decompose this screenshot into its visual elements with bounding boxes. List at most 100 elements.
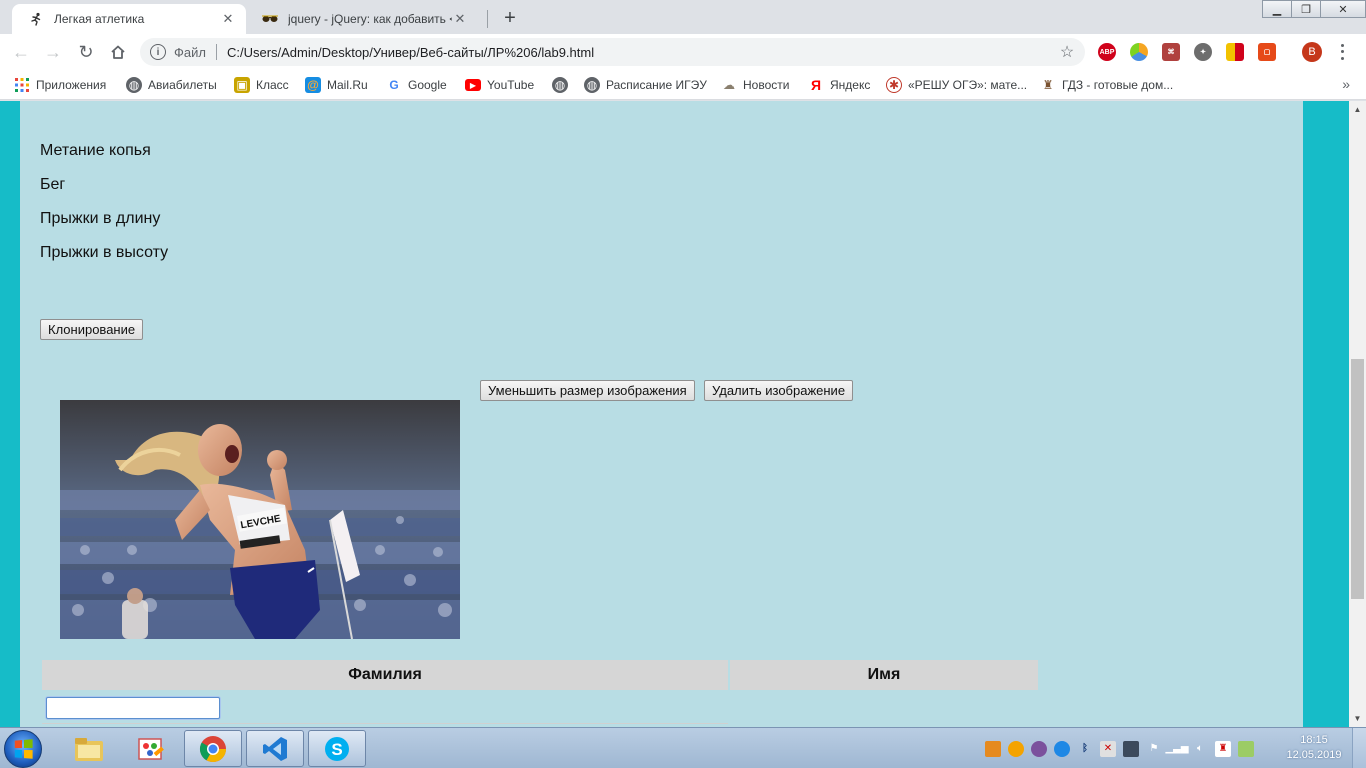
globe-icon: ◍: [584, 77, 600, 93]
scroll-up-icon[interactable]: ▲: [1349, 101, 1366, 118]
clock-date: 12.05.2019: [1286, 749, 1342, 761]
sport-item: Прыжки в высоту: [40, 244, 169, 261]
table-header-surname: Фамилия: [42, 660, 728, 690]
bookmark-globe[interactable]: ◍: [552, 76, 574, 94]
scheme-label: Файл: [174, 44, 206, 60]
bookmark-extension-icon[interactable]: [1226, 43, 1244, 61]
volume-icon[interactable]: 🔈︎: [1192, 741, 1208, 757]
bookmark-label: ГДЗ - готовые дом...: [1062, 78, 1174, 92]
more-bookmarks-icon[interactable]: »: [1342, 76, 1350, 92]
sport-item: Прыжки в длину: [40, 210, 161, 227]
bookmark-label: «РЕШУ ОГЭ»: мате...: [908, 78, 1028, 92]
bookmark-star-icon[interactable]: ☆: [1057, 42, 1077, 62]
home-icon: [111, 45, 125, 59]
taskbar-clock[interactable]: 18:15 12.05.2019: [1282, 733, 1346, 763]
bookmark-label: Приложения: [36, 78, 107, 92]
bookmarks-bar: Приложения ◍ Авиабилеты ▣ Класс @ Mail.R…: [0, 70, 1366, 100]
vertical-scrollbar[interactable]: ▲ ▼: [1349, 101, 1366, 727]
bookmark-gdz[interactable]: ♜ ГДЗ - готовые дом...: [1040, 76, 1174, 94]
bookmark-label: Google: [408, 78, 447, 92]
start-button[interactable]: [4, 730, 42, 768]
windows-logo-icon: [14, 739, 33, 759]
tab-active[interactable]: Легкая атлетика ✕: [12, 4, 246, 34]
reload-button[interactable]: ↻: [74, 40, 98, 64]
tab-inactive[interactable]: jquery - jQuery: как добавить <l ✕: [246, 4, 478, 34]
skype-icon[interactable]: S: [308, 730, 366, 767]
bluetooth-icon[interactable]: ᛒ: [1077, 741, 1093, 757]
bookmark-label: Mail.Ru: [327, 78, 368, 92]
new-tab-button[interactable]: +: [498, 6, 522, 30]
tray-app-icon[interactable]: [1054, 740, 1070, 757]
flag-icon[interactable]: ⚑: [1146, 741, 1162, 757]
close-icon[interactable]: ✕: [220, 11, 236, 27]
vscode-icon[interactable]: [246, 730, 304, 767]
google-icon: G: [389, 78, 399, 92]
system-tray: ᛒ ✕ ⚑ ▁▃▅ 🔈︎ ♜: [985, 728, 1261, 768]
bookmark-google[interactable]: G Google: [386, 76, 447, 94]
bookmark-mailru[interactable]: @ Mail.Ru: [305, 76, 368, 94]
profile-avatar[interactable]: B: [1302, 42, 1322, 62]
bookmark-raspisanie[interactable]: ◍ Расписание ИГЭУ: [584, 76, 707, 94]
bookmark-klass[interactable]: ▣ Класс: [234, 76, 289, 94]
class-icon: ▣: [234, 77, 250, 93]
info-icon[interactable]: i: [150, 44, 166, 60]
viber-icon[interactable]: [1031, 740, 1047, 757]
browser-toolbar: ← → ↻ i Файл C:/Users/Admin/Desktop/Унив…: [0, 34, 1366, 70]
page-content: Метание копья Бег Прыжки в длину Прыжки …: [20, 101, 1303, 727]
table-header-name: Имя: [730, 660, 1038, 690]
paint-icon[interactable]: [122, 730, 180, 767]
show-desktop-button[interactable]: [1352, 728, 1366, 768]
windows-taskbar: S ᛒ ✕ ⚑ ▁▃▅ 🔈︎ ♜ 18:15 12.05.2019: [0, 727, 1366, 768]
shrink-image-button[interactable]: Уменьшить размер изображения: [480, 380, 695, 401]
minimize-button[interactable]: ▁: [1262, 0, 1292, 18]
tray-app-icon[interactable]: [985, 740, 1001, 757]
address-bar[interactable]: i Файл C:/Users/Admin/Desktop/Универ/Веб…: [140, 38, 1085, 66]
pdf-icon[interactable]: ⌘: [1162, 43, 1180, 61]
bookmark-apps[interactable]: Приложения: [14, 76, 106, 94]
office-icon[interactable]: ▢: [1258, 43, 1276, 61]
tab-separator: [487, 10, 488, 28]
chrome-icon[interactable]: [184, 730, 242, 767]
bookmark-reshu-oge[interactable]: ✱ «РЕШУ ОГЭ»: мате...: [886, 76, 1027, 94]
globe-icon: ◍: [552, 77, 568, 93]
tab-title: jquery - jQuery: как добавить <l: [288, 12, 452, 26]
tray-app-icon[interactable]: ♜: [1215, 740, 1231, 757]
sport-item: Бег: [40, 176, 66, 193]
sunglasses-icon: [262, 11, 278, 27]
globe-icon: ◍: [126, 77, 142, 93]
home-button[interactable]: [106, 40, 130, 64]
clone-button[interactable]: Клонирование: [40, 319, 144, 340]
tab-strip: Легкая атлетика ✕ jquery - jQuery: как д…: [0, 0, 1366, 34]
delete-image-button[interactable]: Удалить изображение: [704, 380, 854, 401]
bookmark-novosti[interactable]: ☁ Новости: [721, 76, 789, 94]
close-icon[interactable]: ✕: [452, 11, 468, 27]
adblock-icon[interactable]: ABP: [1098, 43, 1116, 61]
apps-grid-icon: [14, 77, 30, 93]
network-signal-icon[interactable]: ▁▃▅: [1165, 741, 1188, 757]
omnibox-divider: [215, 44, 217, 60]
surname-input[interactable]: [46, 697, 220, 719]
windows-explorer-icon[interactable]: [60, 730, 118, 767]
close-window-button[interactable]: ✕: [1320, 0, 1366, 18]
tray-app-icon[interactable]: [1008, 740, 1024, 757]
back-button[interactable]: ←: [9, 40, 33, 64]
runner-icon: [28, 11, 44, 27]
shield-extension-icon[interactable]: ✦: [1194, 43, 1212, 61]
bookmark-aviabilety[interactable]: ◍ Авиабилеты: [126, 76, 217, 94]
bookmark-label: Класс: [256, 78, 289, 92]
bookmark-youtube[interactable]: ▶ YouTube: [465, 76, 534, 94]
tray-app-icon[interactable]: [1238, 740, 1254, 757]
bookmark-label: YouTube: [487, 78, 535, 92]
sport-item: Метание копья: [40, 142, 151, 159]
speed-dial-icon[interactable]: [1130, 43, 1148, 61]
restore-button[interactable]: ❐: [1291, 0, 1321, 18]
url-text[interactable]: C:/Users/Admin/Desktop/Универ/Веб-сайты/…: [227, 45, 1057, 60]
menu-icon[interactable]: [1334, 42, 1350, 62]
monitor-icon[interactable]: [1123, 740, 1139, 757]
scrollbar-thumb[interactable]: [1351, 359, 1364, 599]
bookmark-label: Новости: [743, 78, 790, 92]
tray-app-icon[interactable]: ✕: [1100, 740, 1116, 757]
forward-button[interactable]: →: [41, 40, 65, 64]
scroll-down-icon[interactable]: ▼: [1349, 710, 1366, 727]
bookmark-yandex[interactable]: Я Яндекс: [808, 76, 870, 94]
